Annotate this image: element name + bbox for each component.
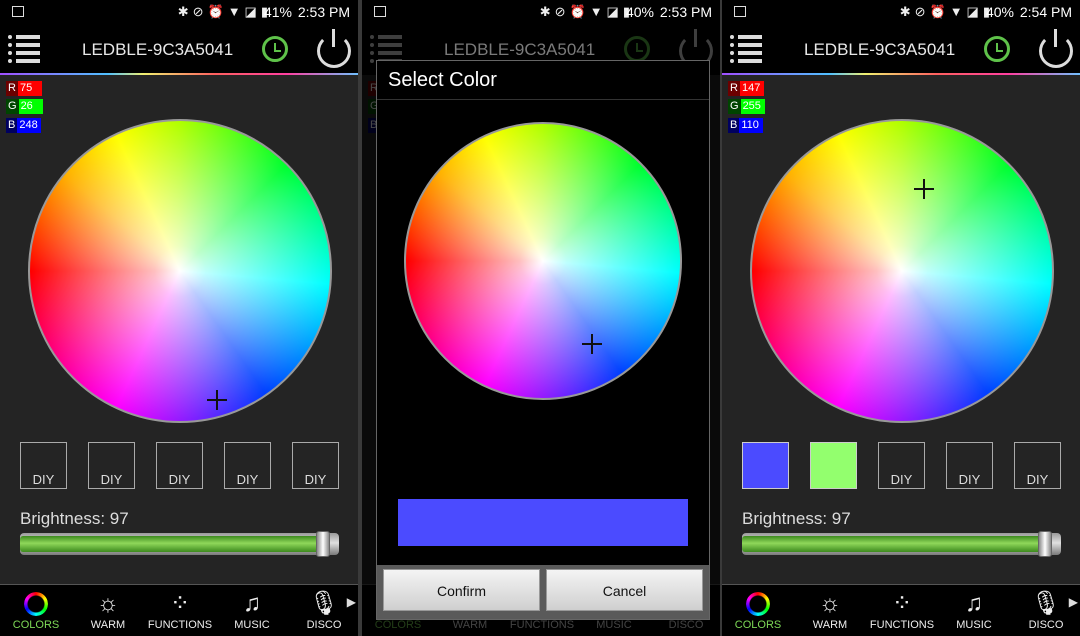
battery-percent: 40%	[985, 4, 1014, 20]
device-title: LEDBLE-9C3A5041	[82, 40, 234, 59]
alarm-icon[interactable]	[984, 36, 1010, 62]
saved-color-1[interactable]	[742, 442, 789, 489]
rainbow-divider	[722, 73, 1080, 75]
nav-music[interactable]: ♫ MUSIC	[217, 589, 287, 631]
crosshair-icon[interactable]	[914, 179, 934, 199]
status-icons: ✱⊘⏰▼◪▮	[899, 4, 994, 19]
cancel-button[interactable]: Cancel	[546, 569, 703, 611]
music-note-icon: ♫	[965, 590, 983, 617]
color-ring-icon	[24, 592, 48, 616]
crosshair-icon[interactable]	[207, 390, 227, 410]
brightness-slider[interactable]	[742, 531, 1061, 557]
functions-grid-icon: ⁘	[891, 590, 913, 617]
battery-percent: 41%	[263, 4, 292, 20]
saved-color-2[interactable]	[810, 442, 857, 489]
blue-value: B 110	[728, 118, 768, 133]
nav-more-arrow-icon[interactable]: ▶	[347, 595, 356, 609]
diy-slot-5[interactable]: DIY	[292, 442, 339, 489]
diy-slot-1[interactable]: DIY	[20, 442, 67, 489]
slider-handle[interactable]	[316, 531, 330, 557]
status-icons: ✱⊘⏰▼◪▮	[539, 4, 634, 19]
diy-slot-3[interactable]: DIY	[156, 442, 203, 489]
image-notification-icon	[374, 6, 386, 17]
nav-functions[interactable]: ⁘ FUNCTIONS	[145, 589, 215, 631]
sun-w-icon: ☼	[97, 590, 119, 617]
app-bar: LEDBLE-9C3A5041	[722, 24, 1080, 75]
power-icon[interactable]	[317, 29, 351, 68]
bottom-nav: COLORS ☼ WARM ⁘ FUNCTIONS ♫ MUSIC 🎙 DISCO ▶	[0, 584, 358, 636]
red-value: R 147	[728, 81, 768, 96]
device-title: LEDBLE-9C3A5041	[444, 40, 596, 59]
alarm-icon[interactable]	[262, 36, 288, 62]
diy-slot-3[interactable]: DIY	[878, 442, 925, 489]
brightness-label: Brightness: 97	[742, 509, 851, 528]
clock: 2:53 PM	[659, 4, 712, 20]
green-value: G 26	[6, 99, 46, 114]
diy-slot-4[interactable]: DIY	[224, 442, 271, 489]
red-value: R 75	[6, 81, 46, 96]
battery-percent: 40%	[625, 4, 654, 20]
image-notification-icon	[12, 6, 24, 17]
nav-colors[interactable]: COLORS	[1, 589, 71, 631]
music-note-icon: ♫	[243, 590, 261, 617]
menu-icon[interactable]	[8, 35, 40, 63]
blue-value: B 248	[6, 118, 46, 133]
color-wheel[interactable]	[404, 122, 682, 400]
screen-colors-2: ✱⊘⏰▼◪▮ 40% 2:54 PM LEDBLE-9C3A5041 R 147 G2…	[722, 0, 1080, 636]
nav-functions[interactable]: ⁘ FUNCTIONS	[867, 589, 937, 631]
brightness-slider[interactable]	[20, 531, 339, 557]
dialog-title: Select Color	[388, 69, 497, 91]
status-bar: ✱⊘⏰▼◪▮ 41% 2:53 PM	[0, 0, 358, 24]
slider-handle[interactable]	[1038, 531, 1052, 557]
nav-warm[interactable]: ☼ WARM	[795, 589, 865, 631]
nav-colors[interactable]: COLORS	[723, 589, 793, 631]
rainbow-divider	[0, 73, 358, 75]
selected-color-swatch	[398, 499, 688, 546]
bottom-nav: COLORS ☼ WARM ⁘ FUNCTIONS ♫ MUSIC 🎙 DISCO ▶	[722, 584, 1080, 636]
color-wheel[interactable]	[28, 119, 332, 423]
power-icon[interactable]	[1039, 29, 1073, 68]
diy-slot-2[interactable]: DIY	[88, 442, 135, 489]
crosshair-icon[interactable]	[582, 334, 602, 354]
functions-grid-icon: ⁘	[169, 590, 191, 617]
menu-icon[interactable]	[730, 35, 762, 63]
sun-w-icon: ☼	[819, 590, 841, 617]
nav-music[interactable]: ♫ MUSIC	[939, 589, 1009, 631]
nav-more-arrow-icon[interactable]: ▶	[1069, 595, 1078, 609]
status-bar: ✱⊘⏰▼◪▮ 40% 2:53 PM	[362, 0, 720, 24]
brightness-label: Brightness: 97	[20, 509, 129, 528]
green-value: G 255	[728, 99, 768, 114]
device-title: LEDBLE-9C3A5041	[804, 40, 956, 59]
nav-warm[interactable]: ☼ WARM	[73, 589, 143, 631]
color-ring-icon	[746, 592, 770, 616]
image-notification-icon	[734, 6, 746, 17]
screen-select-color-dialog: ✱⊘⏰▼◪▮40%2:53 PM LEDBLE-9C3A5041 R71 G73…	[362, 0, 720, 636]
diy-slot-4[interactable]: DIY	[946, 442, 993, 489]
confirm-button[interactable]: Confirm	[383, 569, 540, 611]
color-wheel[interactable]	[750, 119, 1054, 423]
app-bar: LEDBLE-9C3A5041	[0, 24, 358, 75]
screen-colors-1: ✱⊘⏰▼◪▮ 41% 2:53 PM LEDBLE-9C3A5041 R 75 G 26…	[0, 0, 358, 636]
clock: 2:54 PM	[1019, 4, 1072, 20]
diy-slot-5[interactable]: DIY	[1014, 442, 1061, 489]
status-icons: ✱⊘⏰▼◪▮	[177, 4, 272, 19]
status-bar: ✱⊘⏰▼◪▮ 40% 2:54 PM	[722, 0, 1080, 24]
clock: 2:53 PM	[297, 4, 350, 20]
select-color-dialog: Select Color Confirm Cancel	[376, 60, 710, 620]
